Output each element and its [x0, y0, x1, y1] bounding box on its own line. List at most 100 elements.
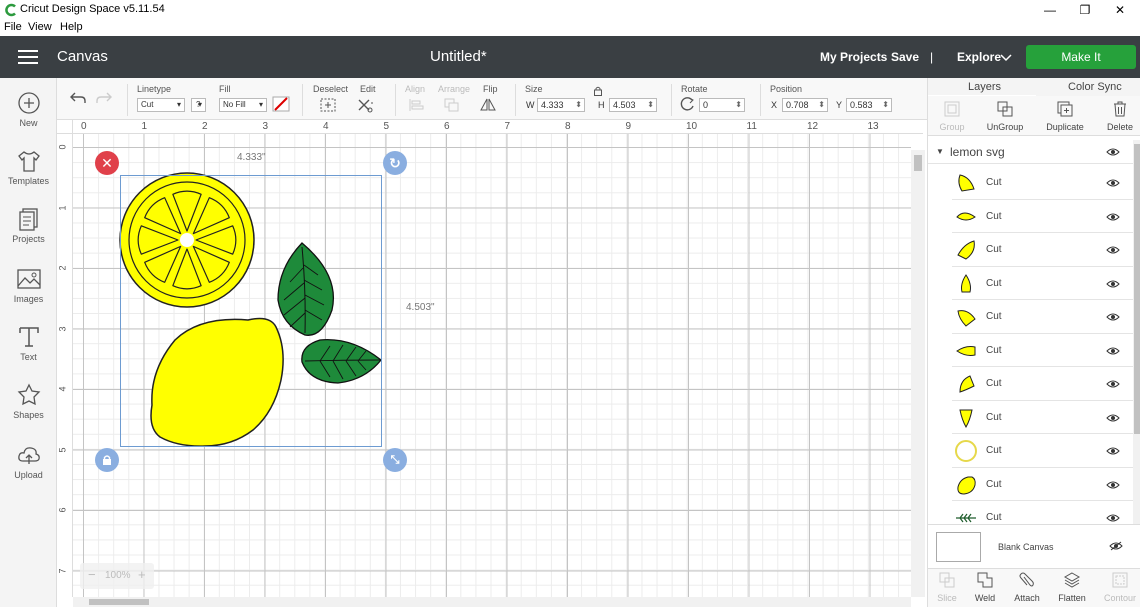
- ruler-top-label: 1: [141, 121, 148, 132]
- lock-aspect-icon[interactable]: [593, 86, 603, 96]
- duplicate-button[interactable]: Duplicate: [1037, 100, 1093, 132]
- rotate-handle[interactable]: ↻: [383, 151, 407, 175]
- eye-icon[interactable]: [1106, 312, 1120, 322]
- eye-icon[interactable]: [1106, 147, 1120, 157]
- eye-icon[interactable]: [1106, 346, 1120, 356]
- ungroup-button[interactable]: UnGroup: [977, 100, 1033, 132]
- edit-scissors-icon[interactable]: [356, 97, 374, 113]
- weld-button[interactable]: Weld: [964, 571, 1006, 603]
- delete-button[interactable]: Delete: [1092, 100, 1140, 132]
- layer-row[interactable]: Cut: [952, 468, 1133, 501]
- layer-thumbnail-icon: [959, 375, 975, 393]
- rotate-input[interactable]: 0: [699, 98, 745, 112]
- layer-row[interactable]: Cut: [952, 300, 1133, 334]
- layer-row[interactable]: Cut: [952, 166, 1133, 200]
- layer-group-row[interactable]: ▼ lemon svg: [928, 140, 1133, 164]
- redo-icon[interactable]: [95, 90, 113, 106]
- eye-hidden-icon[interactable]: [1109, 541, 1123, 551]
- sidebar-item-images[interactable]: Images: [0, 266, 57, 324]
- layer-row[interactable]: Cut: [952, 334, 1133, 367]
- group-button[interactable]: Group: [924, 100, 980, 132]
- tab-layers[interactable]: Layers: [968, 81, 1001, 93]
- sidebar-item-templates[interactable]: Templates: [0, 148, 57, 206]
- layer-thumbnail-icon: [958, 174, 975, 192]
- fill-select[interactable]: No Fill: [219, 98, 267, 112]
- align-icon: [409, 99, 424, 111]
- blank-canvas-row[interactable]: Blank Canvas: [928, 524, 1140, 568]
- flip-icon[interactable]: [479, 97, 497, 113]
- close-window-button[interactable]: ✕: [1100, 0, 1140, 20]
- fill-color-swatch-icon[interactable]: [272, 96, 290, 112]
- paperclip-icon: [1019, 572, 1034, 587]
- attach-button[interactable]: Attach: [1006, 571, 1048, 603]
- eye-icon[interactable]: [1106, 212, 1120, 222]
- caret-down-icon[interactable]: ▼: [936, 147, 944, 156]
- layer-list: Cut Cut Cut Cut Cut Cut Cut Cut Cut Cut Cut: [952, 166, 1133, 524]
- sidebar-item-label: New: [19, 118, 38, 128]
- selection-bounding-box[interactable]: [120, 175, 382, 447]
- zoom-level: 100%: [105, 570, 131, 581]
- lock-handle[interactable]: [95, 448, 119, 472]
- maximize-button[interactable]: ❐: [1065, 0, 1105, 20]
- layer-row[interactable]: Cut: [952, 401, 1133, 434]
- position-label: Position: [770, 84, 803, 94]
- text-icon: [18, 327, 39, 347]
- eye-icon[interactable]: [1106, 446, 1120, 456]
- ruler-top-label: 2: [202, 121, 208, 132]
- minimize-button[interactable]: —: [1030, 0, 1070, 20]
- hamburger-menu-icon[interactable]: [18, 50, 38, 64]
- undo-icon[interactable]: [69, 90, 87, 106]
- menu-help[interactable]: Help: [60, 21, 83, 33]
- width-input[interactable]: 4.333: [537, 98, 585, 112]
- chevron-down-icon[interactable]: [1000, 52, 1012, 62]
- blank-canvas-swatch[interactable]: [936, 532, 981, 562]
- ruler-vertical: 0 1 2 3 4 5 6 7: [57, 134, 73, 597]
- sidebar-item-text[interactable]: Text: [0, 324, 57, 382]
- x-position-input[interactable]: 0.708: [782, 98, 828, 112]
- delete-handle[interactable]: ✕: [95, 151, 119, 175]
- x-prefix: X: [771, 100, 778, 110]
- layer-row[interactable]: Cut: [952, 367, 1133, 401]
- layer-row[interactable]: Cut: [952, 501, 1133, 524]
- height-input[interactable]: 4.503: [609, 98, 657, 112]
- layer-name: Cut: [986, 512, 1002, 523]
- document-title: Untitled*: [430, 48, 487, 65]
- menu-file[interactable]: File: [4, 21, 22, 33]
- canvas-vertical-scrollbar[interactable]: [911, 150, 925, 597]
- sidebar-item-shapes[interactable]: Shapes: [0, 382, 57, 440]
- zoom-in-button[interactable]: +: [138, 567, 146, 582]
- sidebar-item-new[interactable]: New: [0, 90, 57, 148]
- layer-row[interactable]: Cut: [952, 233, 1133, 267]
- slice-button[interactable]: Slice: [926, 571, 968, 603]
- save-link[interactable]: Save: [891, 50, 919, 64]
- eye-icon[interactable]: [1106, 279, 1120, 289]
- machine-select[interactable]: Explore: [957, 50, 1001, 64]
- menu-view[interactable]: View: [28, 21, 52, 33]
- flatten-button[interactable]: Flatten: [1051, 571, 1093, 603]
- sidebar-item-upload[interactable]: Upload: [0, 442, 57, 500]
- eye-icon[interactable]: [1106, 379, 1120, 389]
- layer-row[interactable]: Cut: [952, 200, 1133, 233]
- canvas-horizontal-scrollbar[interactable]: [73, 597, 911, 607]
- deselect-icon[interactable]: [319, 97, 337, 113]
- my-projects-link[interactable]: My Projects: [820, 50, 887, 64]
- resize-handle[interactable]: ⤡: [383, 448, 407, 472]
- linetype-select[interactable]: Cut: [137, 98, 185, 112]
- eye-icon[interactable]: [1106, 513, 1120, 523]
- make-it-button[interactable]: Make It: [1026, 45, 1136, 69]
- eye-icon[interactable]: [1106, 480, 1120, 490]
- zoom-out-button[interactable]: −: [88, 567, 96, 582]
- contour-button[interactable]: Contour: [1099, 571, 1140, 603]
- eye-icon[interactable]: [1106, 178, 1120, 188]
- menu-bar: File View Help: [0, 20, 1140, 36]
- linetype-help-button[interactable]: ?: [191, 98, 206, 112]
- y-position-input[interactable]: 0.583: [846, 98, 892, 112]
- layer-row[interactable]: Cut: [952, 267, 1133, 300]
- layers-scrollbar[interactable]: [1133, 140, 1140, 524]
- eye-icon[interactable]: [1106, 413, 1120, 423]
- layer-name: Cut: [986, 177, 1002, 188]
- eye-icon[interactable]: [1106, 245, 1120, 255]
- sidebar-item-projects[interactable]: Projects: [0, 206, 57, 264]
- tab-color-sync[interactable]: Color Sync: [1068, 81, 1122, 93]
- layer-row[interactable]: Cut: [952, 434, 1133, 468]
